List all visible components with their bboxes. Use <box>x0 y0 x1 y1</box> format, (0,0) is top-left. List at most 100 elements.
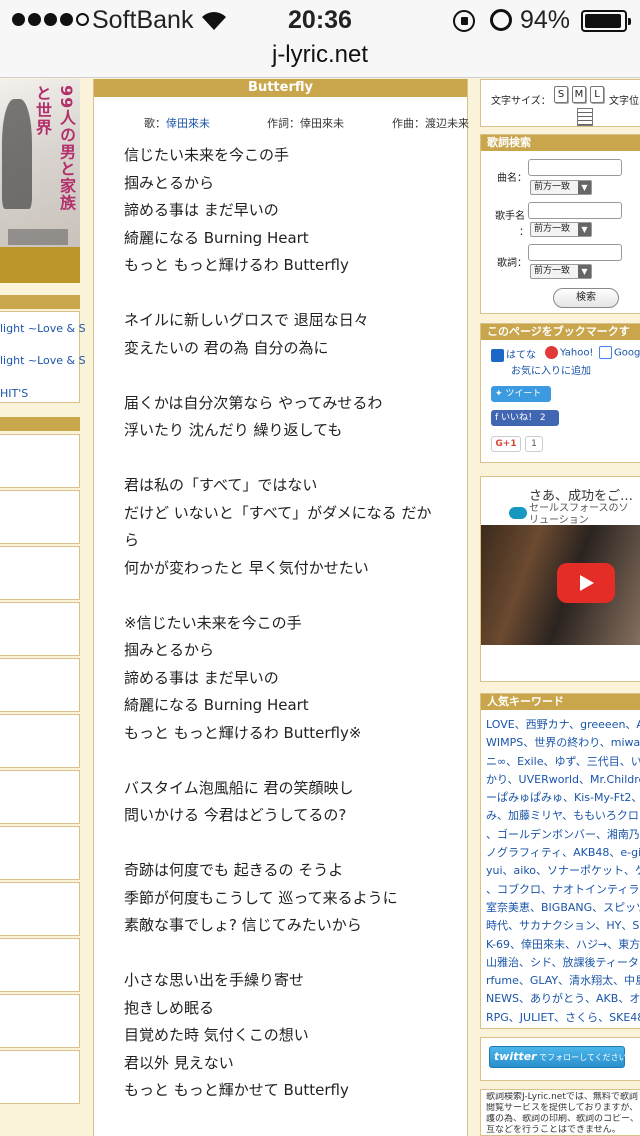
lyric-line: ネイルに新しいグロスで 退屈な日々 <box>124 311 369 329</box>
singer-link[interactable]: 倖田來未 <box>166 117 210 130</box>
keyword-line[interactable]: ーぱみゅぱみゅ、Kis-My-Ft2、湘 <box>486 789 640 807</box>
lyric-line: もっと もっと輝けるわ Butterfly <box>124 256 349 274</box>
font-size-small-button[interactable]: S <box>554 86 568 103</box>
video-ad-subtitle: セールスフォースのソ リューション <box>529 503 629 526</box>
lyric-line: 綺麗になる Burning Heart <box>124 696 309 714</box>
keyword-line[interactable]: K-69、倖田來未、ハジ→、東方 <box>486 936 640 954</box>
video-ad[interactable]: さあ、成功をご… セールスフォースのソ リューション <box>480 476 640 682</box>
left-list-cell[interactable] <box>0 826 80 880</box>
left-list-cell[interactable] <box>0 434 80 488</box>
left-list-cell[interactable] <box>0 546 80 600</box>
lyric-stanza-gap <box>124 362 464 390</box>
tweet-button[interactable]: ✦ ツイート <box>491 386 551 402</box>
left-list-cell[interactable] <box>0 658 80 712</box>
lyric-stanza-gap <box>124 280 464 308</box>
font-size-medium-button[interactable]: M <box>572 86 586 103</box>
keyword-line[interactable]: NEWS、ありがとう、AKB、オレ <box>486 990 640 1008</box>
keyword-line[interactable]: 山雅治、シド、放課後ティータイ <box>486 954 640 972</box>
font-size-trailing-label: 文字位 <box>609 96 639 107</box>
lyric-line: ※信じたい未来を今この手 <box>124 613 302 632</box>
yahoo-bookmark-link[interactable]: Yahoo! <box>545 346 593 359</box>
left-list-cell[interactable] <box>0 1050 80 1104</box>
left-list-cell[interactable] <box>0 882 80 936</box>
keyword-line[interactable]: LOVE、西野カナ、greeeen、AA <box>486 716 640 734</box>
disclaimer-line: 護の為、歌詞の印刷、歌詞のコピー、 <box>486 1114 639 1124</box>
keyword-line[interactable]: WIMPS、世界の終わり、miwa、 <box>486 734 640 752</box>
lyric-line: 問いかける 今君はどうしてるの? <box>124 806 347 824</box>
url-domain: j-lyric.net <box>271 41 368 68</box>
ad-band <box>0 247 80 283</box>
url-bar[interactable]: j-lyric.net <box>0 40 640 78</box>
play-icon[interactable] <box>557 563 615 603</box>
song-name-input[interactable] <box>528 159 622 176</box>
lyrics-query-input[interactable] <box>528 244 622 261</box>
hatena-icon <box>491 348 504 362</box>
lyric-line: もっと もっと輝かせて Butterfly <box>124 1081 349 1099</box>
search-button[interactable]: 検索 <box>553 288 619 308</box>
google-bookmark-link[interactable]: Googl <box>599 346 640 359</box>
left-list-cell[interactable] <box>0 714 80 768</box>
font-size-label: 文字サイズ： <box>491 96 551 107</box>
battery-percent: 94% <box>520 6 571 34</box>
lyric-stanza-gap <box>124 940 464 968</box>
lyrics-match-select[interactable]: 前方一致 ▼ <box>530 264 592 279</box>
document-icon[interactable] <box>577 108 593 126</box>
keyword-line[interactable]: 室奈美恵、BIGBANG、スピッツ <box>486 899 640 917</box>
keyword-line[interactable]: ノグラフィティ、AKB48、e-girl <box>486 844 640 862</box>
facebook-like-button[interactable]: f いいね！ 2 <box>491 410 559 426</box>
hatena-bookmark-link[interactable]: はてな <box>491 346 536 362</box>
keyword-line[interactable]: かり、UVERworld、Mr.Children <box>486 771 640 789</box>
keyword-line[interactable]: 、ゴールデンボンバー、湘南乃風 <box>486 826 640 844</box>
disclaimer-line: 互などを行うことはできません。 <box>486 1125 621 1135</box>
keyword-line[interactable]: 時代、サカナクション、HY、SM <box>486 917 640 935</box>
add-to-favorites-link[interactable]: お気に入りに追加 <box>511 362 591 377</box>
left-list-item[interactable]: light ~Love & S <box>0 322 86 335</box>
ad-figure-image <box>2 99 32 209</box>
artist-match-select[interactable]: 前方一致 ▼ <box>530 222 592 237</box>
keywords-list[interactable]: LOVE、西野カナ、greeeen、AA WIMPS、世界の終わり、miwa、 ニ∞… <box>486 716 640 1028</box>
twitter-follow-button[interactable]: twitter でフォローしてください! <box>489 1046 630 1068</box>
lyric-line: 掴みとるから <box>124 641 215 659</box>
left-list-cell[interactable] <box>0 770 80 824</box>
lyric-line: 綺麗になる Burning Heart <box>124 228 309 247</box>
keyword-line[interactable]: 、コブクロ、ナオトインティライ <box>486 881 640 899</box>
left-list-cell[interactable] <box>0 994 80 1048</box>
keyword-line[interactable]: RPG、JULIET、さくら、SKE48 <box>486 1009 640 1027</box>
left-list-cell[interactable] <box>0 490 80 544</box>
keyword-line[interactable]: み、加藤ミリヤ、ももいろクロー <box>486 807 640 825</box>
lyric-stanza-gap <box>124 582 464 610</box>
keywords-header: 人気キーワード <box>481 694 640 710</box>
lyric-line: 浮いたり 沈んだり 繰り返しても <box>124 421 343 439</box>
left-list-item[interactable]: light ~Love & S <box>0 354 86 367</box>
artist-name-input[interactable] <box>528 202 622 219</box>
disclaimer-line: 歌詞検索J-Lyric.netでは、無料で歌詞 <box>486 1092 638 1102</box>
manga-ad-banner[interactable]: 99人の男と家族と世界 <box>0 79 80 247</box>
lyricist-name: 倖田來未 <box>300 117 344 130</box>
like-count: 2 <box>539 413 546 423</box>
rotation-lock-icon <box>453 10 475 32</box>
keyword-line[interactable]: yui、aiko、ソナーポケット、ケ <box>486 862 640 880</box>
left-section-header-2 <box>0 417 80 431</box>
keyword-line[interactable]: rfume、GLAY、清水翔太、中島 <box>486 972 640 990</box>
font-size-large-button[interactable]: L <box>590 86 604 103</box>
status-bar: SoftBank 20:36 94% <box>0 0 640 40</box>
lyric-line: バスタイム泡風船に 君の笑顔映し <box>124 778 354 797</box>
disclaimer-text: 歌詞検索J-Lyric.netでは、無料で歌詞 閲覧サービスを提供しておりますが、… <box>486 1092 640 1135</box>
chevron-down-icon: ▼ <box>578 265 591 278</box>
keyword-line[interactable]: 、LGY、KG <box>486 1027 640 1028</box>
left-list-item[interactable]: HIT'S <box>0 387 28 400</box>
left-list-cell[interactable] <box>0 602 80 656</box>
chevron-down-icon: ▼ <box>578 223 591 236</box>
lyric-line: 届くかは自分次第なら やってみせるわ <box>124 393 383 412</box>
google-plus-button[interactable]: G+1 <box>491 436 521 452</box>
font-size-box: 文字サイズ： S M L 文字位 <box>480 79 640 127</box>
alarm-icon <box>490 9 512 31</box>
keyword-line[interactable]: ニ∞、Exile、ゆず、三代目、いき <box>486 753 640 771</box>
song-match-select[interactable]: 前方一致 ▼ <box>530 180 592 195</box>
search-header: 歌詞検索 <box>481 135 640 151</box>
lyric-line: 奇跡は何度でも 起きるの そうよ <box>124 861 344 879</box>
lyric-line: 諦める事は まだ早いの <box>124 668 279 687</box>
left-list-cell[interactable] <box>0 938 80 992</box>
video-thumbnail[interactable] <box>481 525 640 645</box>
lyric-line: 素敵な事でしょ? 信じてみたいから <box>124 916 362 934</box>
